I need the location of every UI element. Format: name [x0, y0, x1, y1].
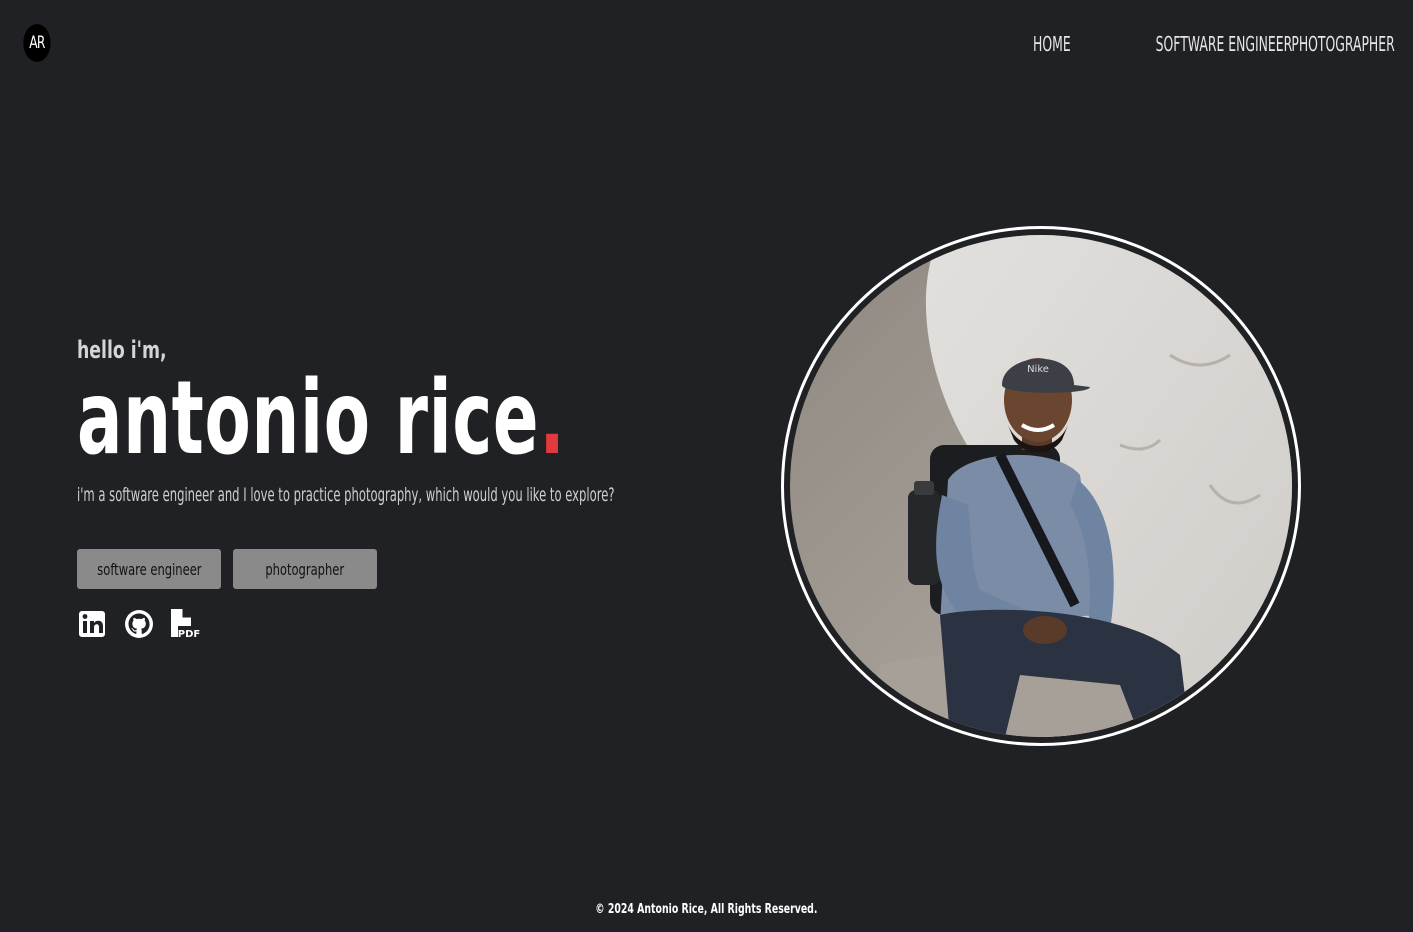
- pdf-resume-icon[interactable]: PDF: [170, 607, 200, 640]
- hero-name-text: antonio rice: [77, 359, 540, 478]
- cap-logo-text: Nike: [1027, 364, 1049, 375]
- nav-home[interactable]: HOME: [1033, 32, 1071, 56]
- hero-tagline: i'm a software engineer and I love to pr…: [77, 484, 615, 506]
- site-logo[interactable]: AR: [23, 24, 51, 62]
- main-nav: HOME SOFTWARE ENGINEER PHOTOGRAPHER: [1010, 32, 1395, 56]
- photographer-button-label: photographer: [265, 559, 345, 579]
- nav-software-engineer[interactable]: SOFTWARE ENGINEER: [1156, 32, 1293, 56]
- hero-name: antonio rice.: [77, 364, 565, 474]
- footer: © 2024 Antonio Rice, All Rights Reserved…: [0, 900, 1413, 918]
- software-engineer-button-label: software engineer: [96, 559, 202, 579]
- github-icon[interactable]: [124, 608, 154, 640]
- copyright-text: © 2024 Antonio Rice, All Rights Reserved…: [595, 902, 818, 917]
- photographer-button[interactable]: photographer: [233, 549, 377, 589]
- hero-name-dot: .: [539, 359, 566, 478]
- page: AR HOME SOFTWARE ENGINEER PHOTOGRAPHER h…: [0, 0, 1413, 932]
- pdf-badge-text: PDF: [178, 629, 200, 640]
- social-links: PDF: [78, 607, 200, 640]
- linkedin-icon[interactable]: [78, 608, 108, 640]
- nav-photographer[interactable]: PHOTOGRAPHER: [1292, 32, 1395, 56]
- profile-photo: Nike: [790, 235, 1292, 737]
- logo-text: AR: [29, 33, 45, 53]
- software-engineer-button[interactable]: software engineer: [77, 549, 221, 589]
